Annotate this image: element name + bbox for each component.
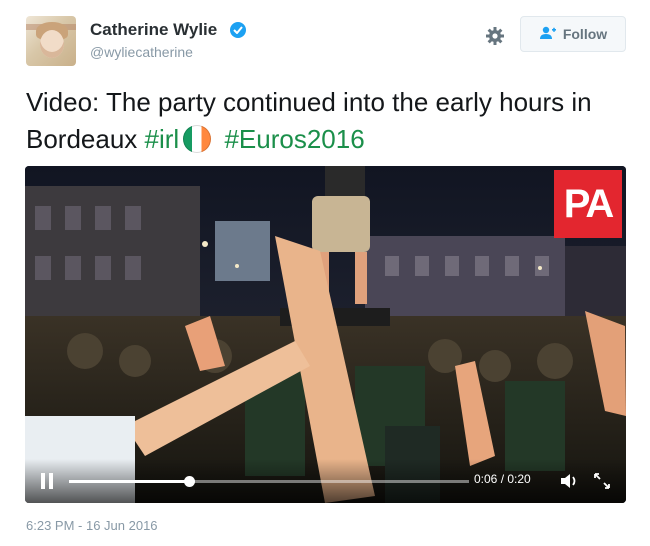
tweet-text: Video: The party continued into the earl…: [26, 84, 626, 158]
gear-icon[interactable]: [484, 25, 506, 47]
fullscreen-icon[interactable]: [593, 472, 611, 490]
time-display: 0:06 / 0:20: [474, 472, 531, 486]
progress-fill: [69, 480, 189, 483]
avatar-face: [40, 30, 64, 58]
author-handle[interactable]: @wyliecatherine: [90, 44, 193, 60]
author-name[interactable]: Catherine Wylie: [90, 20, 217, 40]
pause-icon[interactable]: [41, 473, 53, 489]
ireland-flag-icon: [183, 125, 212, 153]
video-frame: [25, 166, 626, 503]
follow-button[interactable]: Follow: [520, 16, 626, 52]
pa-logo: PA: [554, 170, 622, 238]
tweet-timestamp[interactable]: 6:23 PM - 16 Jun 2016: [26, 518, 158, 533]
follow-label: Follow: [562, 26, 608, 42]
hashtag-irl[interactable]: #irl: [145, 124, 180, 154]
hashtag-euros2016[interactable]: #Euros2016: [224, 124, 364, 154]
add-user-icon: [539, 26, 557, 43]
avatar[interactable]: [26, 16, 76, 66]
video-player[interactable]: PA 0:06 / 0:20: [25, 166, 626, 503]
progress-bar[interactable]: [69, 476, 469, 487]
volume-icon[interactable]: [560, 472, 580, 490]
progress-knob[interactable]: [184, 476, 195, 487]
verified-badge-icon: [230, 22, 246, 38]
video-controls: 0:06 / 0:20: [25, 459, 626, 503]
